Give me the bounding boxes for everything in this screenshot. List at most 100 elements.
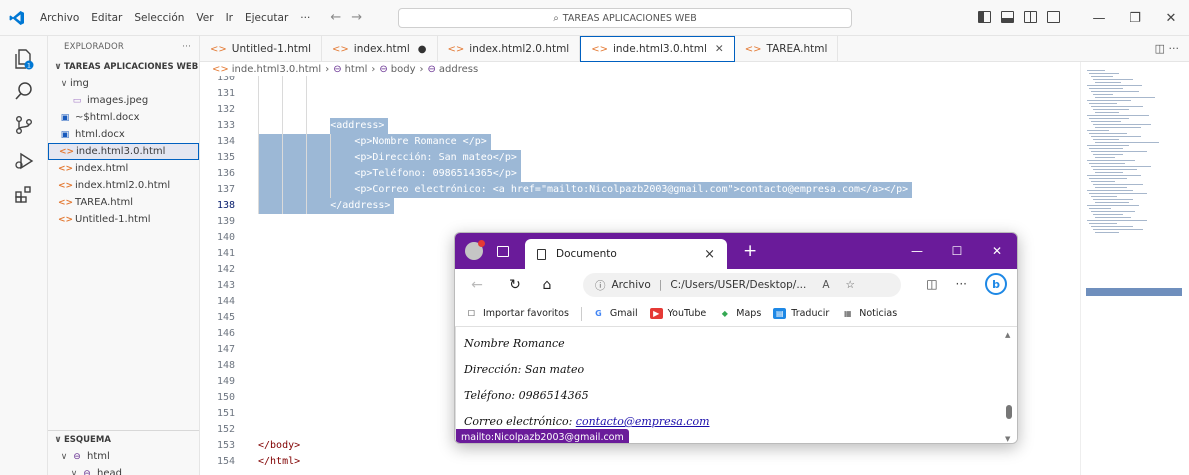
menu-item[interactable]: Selección <box>128 0 190 36</box>
breadcrumb-item[interactable]: html <box>345 64 368 75</box>
explorer-more-button[interactable]: ··· <box>182 42 191 52</box>
page-scrollbar-thumb[interactable] <box>1006 405 1012 419</box>
favorite-item[interactable]: ▶ YouTube <box>649 308 706 319</box>
more-actions-icon[interactable]: ··· <box>1169 42 1180 55</box>
editor-tab[interactable]: <> index.html ● <box>322 36 438 62</box>
tab-actions-icon[interactable] <box>497 245 509 257</box>
favorite-item[interactable]: G Gmail <box>591 308 638 319</box>
address-bar[interactable]: ⓘ Archivo | C:/Users/USER/Desktop/... A … <box>583 273 901 297</box>
file-tree-item[interactable]: ∨ img <box>48 75 199 92</box>
customize-layout-icon[interactable] <box>1047 11 1060 23</box>
breadcrumb-item[interactable]: inde.html3.0.html <box>232 64 321 75</box>
line-number: 138 <box>216 200 235 211</box>
file-tree-item[interactable]: <> index.html2.0.html <box>48 177 199 194</box>
close-tab-icon[interactable]: × <box>704 247 715 262</box>
settings-more-icon[interactable]: ··· <box>956 277 967 291</box>
file-tree-item[interactable]: <> index.html <box>48 160 199 177</box>
unsaved-dot-icon[interactable]: ● <box>418 44 427 55</box>
minimap-code-line <box>1095 217 1131 218</box>
extensions-icon[interactable] <box>11 182 37 208</box>
menu-item[interactable]: Editar <box>85 0 128 36</box>
code-line[interactable]: 138 </address> <box>200 198 1080 214</box>
editor-tab[interactable]: <> TAREA.html <box>735 36 839 62</box>
code-line[interactable]: 137 <p>Correo electrónico: <a href="mailt… <box>200 182 1080 198</box>
toggle-sidebar-icon[interactable] <box>978 11 991 23</box>
forward-arrow-icon[interactable]: → <box>351 10 362 25</box>
menu-item[interactable]: Ejecutar <box>239 0 294 36</box>
command-center-search[interactable]: ⌕ TAREAS APLICACIONES WEB <box>398 8 852 28</box>
code-line[interactable]: 131 <box>200 86 1080 102</box>
file-tree-item[interactable]: <> Untitled-1.html <box>48 211 199 228</box>
outline-item-label: head <box>97 468 122 475</box>
code-line[interactable]: 154 </html> <box>200 454 1080 470</box>
bing-copilot-icon[interactable]: b <box>985 273 1007 295</box>
profile-avatar-icon[interactable] <box>465 240 485 260</box>
back-arrow-icon[interactable]: ← <box>463 277 491 293</box>
chevron-down-icon: ∨ <box>54 61 62 72</box>
read-aloud-icon[interactable]: A <box>822 279 829 291</box>
editor-tab[interactable]: <> index.html2.0.html <box>438 36 581 62</box>
minimize-icon[interactable]: — <box>1081 0 1117 36</box>
workspace-folder[interactable]: ∨ TAREAS APLICACIONES WEB <box>48 58 199 75</box>
code-line[interactable]: 130 <box>200 76 1080 86</box>
restore-icon[interactable]: ❐ <box>1117 0 1153 36</box>
split-editor-icon[interactable]: ◫ <box>1155 42 1165 55</box>
file-tree-item[interactable]: <> TAREA.html <box>48 194 199 211</box>
favorite-item[interactable]: ▦ Noticias <box>841 308 897 319</box>
code-line[interactable]: 135 <p>Dirección: San mateo</p> <box>200 150 1080 166</box>
menu-item[interactable]: Ir <box>220 0 239 36</box>
outline-item-head[interactable]: ∨ ⊖ head <box>48 465 199 475</box>
explorer-files-icon[interactable]: 1 <box>11 46 37 72</box>
outline-header[interactable]: ∨ ESQUEMA <box>48 431 199 448</box>
code-line[interactable]: 139 <box>200 214 1080 230</box>
close-icon[interactable]: ✕ <box>977 233 1017 269</box>
back-arrow-icon[interactable]: ← <box>330 10 341 25</box>
minimap-code-line <box>1089 208 1111 209</box>
favorite-item[interactable]: ◆ Maps <box>718 308 761 319</box>
email-link[interactable]: contacto@empresa.com <box>576 415 710 428</box>
file-tree-item[interactable]: ▣ html.docx <box>48 126 199 143</box>
close-icon[interactable]: ✕ <box>1153 0 1189 36</box>
menu-item[interactable]: Ver <box>190 0 219 36</box>
browser-title-bar: Documento × + — ☐ ✕ <box>455 233 1017 269</box>
favorite-item[interactable]: ☐ Importar favoritos <box>465 308 569 319</box>
scroll-up-icon[interactable]: ▲ <box>1005 331 1010 339</box>
search-view-icon[interactable] <box>11 78 37 104</box>
maximize-icon[interactable]: ☐ <box>937 233 977 269</box>
home-icon[interactable]: ⌂ <box>533 277 561 293</box>
favorite-star-icon[interactable]: ☆ <box>846 279 855 291</box>
breadcrumb-item[interactable]: body <box>391 64 416 75</box>
file-tree-item[interactable]: ▭ images.jpeg <box>48 92 199 109</box>
code-line[interactable]: 136 <p>Teléfono: 0986514365</p> <box>200 166 1080 182</box>
source-control-icon[interactable] <box>11 112 37 138</box>
favorite-item[interactable]: ▤ Traducir <box>773 308 829 319</box>
browser-window-controls: — ☐ ✕ <box>897 233 1017 269</box>
file-tree-item[interactable]: <> inde.html3.0.html <box>48 143 199 160</box>
run-debug-icon[interactable] <box>11 148 37 174</box>
toggle-secondary-sidebar-icon[interactable] <box>1024 11 1037 23</box>
scroll-down-icon[interactable]: ▼ <box>1005 435 1010 443</box>
split-screen-icon[interactable]: ◫ <box>926 277 937 291</box>
code-line[interactable]: 133 <address> <box>200 118 1080 134</box>
page-scrollbar[interactable]: ▲ ▼ <box>1005 327 1013 443</box>
breadcrumb-item[interactable]: address <box>439 64 478 75</box>
file-tree-item[interactable]: ▣ ~$html.docx <box>48 109 199 126</box>
menu-item[interactable]: Archivo <box>34 0 85 36</box>
minimap[interactable] <box>1080 62 1189 475</box>
minimap-code-line <box>1089 73 1119 74</box>
refresh-icon[interactable]: ↻ <box>501 277 529 293</box>
close-tab-icon[interactable]: ✕ <box>715 43 724 55</box>
content-phone: Teléfono: 0986514365 <box>464 389 589 402</box>
code-line[interactable]: 134 <p>Nombre Romance </p> <box>200 134 1080 150</box>
outline-item-html[interactable]: ∨ ⊖ html <box>48 448 199 465</box>
browser-tab[interactable]: Documento × <box>525 239 727 269</box>
menu-item[interactable]: ··· <box>294 0 316 36</box>
editor-tab[interactable]: <> inde.html3.0.html ✕ <box>580 36 735 62</box>
toggle-panel-icon[interactable] <box>1001 11 1014 23</box>
new-tab-icon[interactable]: + <box>743 241 757 261</box>
code-line[interactable]: 132 <box>200 102 1080 118</box>
editor-tab-label: index.html <box>353 43 410 55</box>
line-number: 141 <box>216 248 235 259</box>
editor-tab[interactable]: <> Untitled-1.html <box>200 36 323 62</box>
minimize-icon[interactable]: — <box>897 233 937 269</box>
